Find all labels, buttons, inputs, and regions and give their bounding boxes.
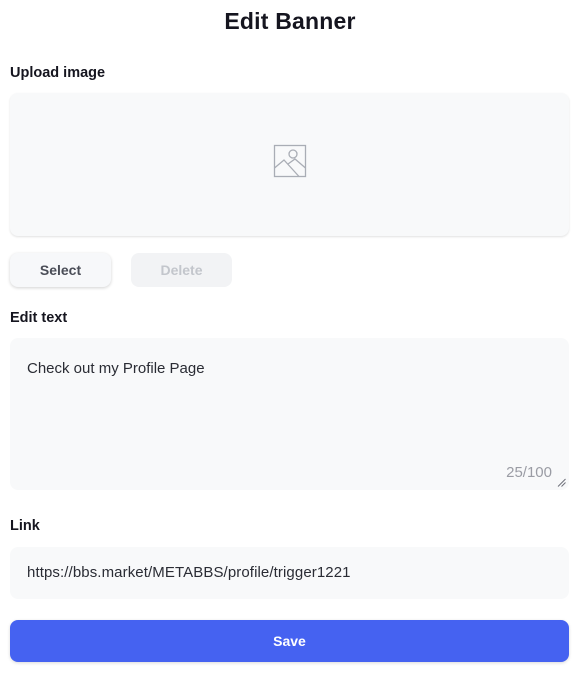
save-button[interactable]: Save [10, 620, 569, 662]
link-input[interactable]: https://bbs.market/METABBS/profile/trigg… [10, 547, 569, 599]
link-value: https://bbs.market/METABBS/profile/trigg… [27, 564, 351, 581]
image-upload-area[interactable] [10, 93, 569, 236]
upload-image-label: Upload image [10, 65, 106, 81]
select-button[interactable]: Select [10, 253, 111, 287]
image-placeholder-icon [273, 144, 306, 177]
delete-button[interactable]: Delete [131, 253, 232, 287]
banner-text-value: Check out my Profile Page [27, 360, 205, 377]
resize-handle-icon[interactable] [557, 478, 566, 487]
edit-text-label: Edit text [10, 310, 68, 326]
banner-text-field[interactable]: Check out my Profile Page 25/100 [10, 338, 569, 490]
link-label: Link [10, 518, 40, 534]
dialog-title: Edit Banner [224, 8, 356, 34]
character-counter: 25/100 [506, 464, 552, 481]
